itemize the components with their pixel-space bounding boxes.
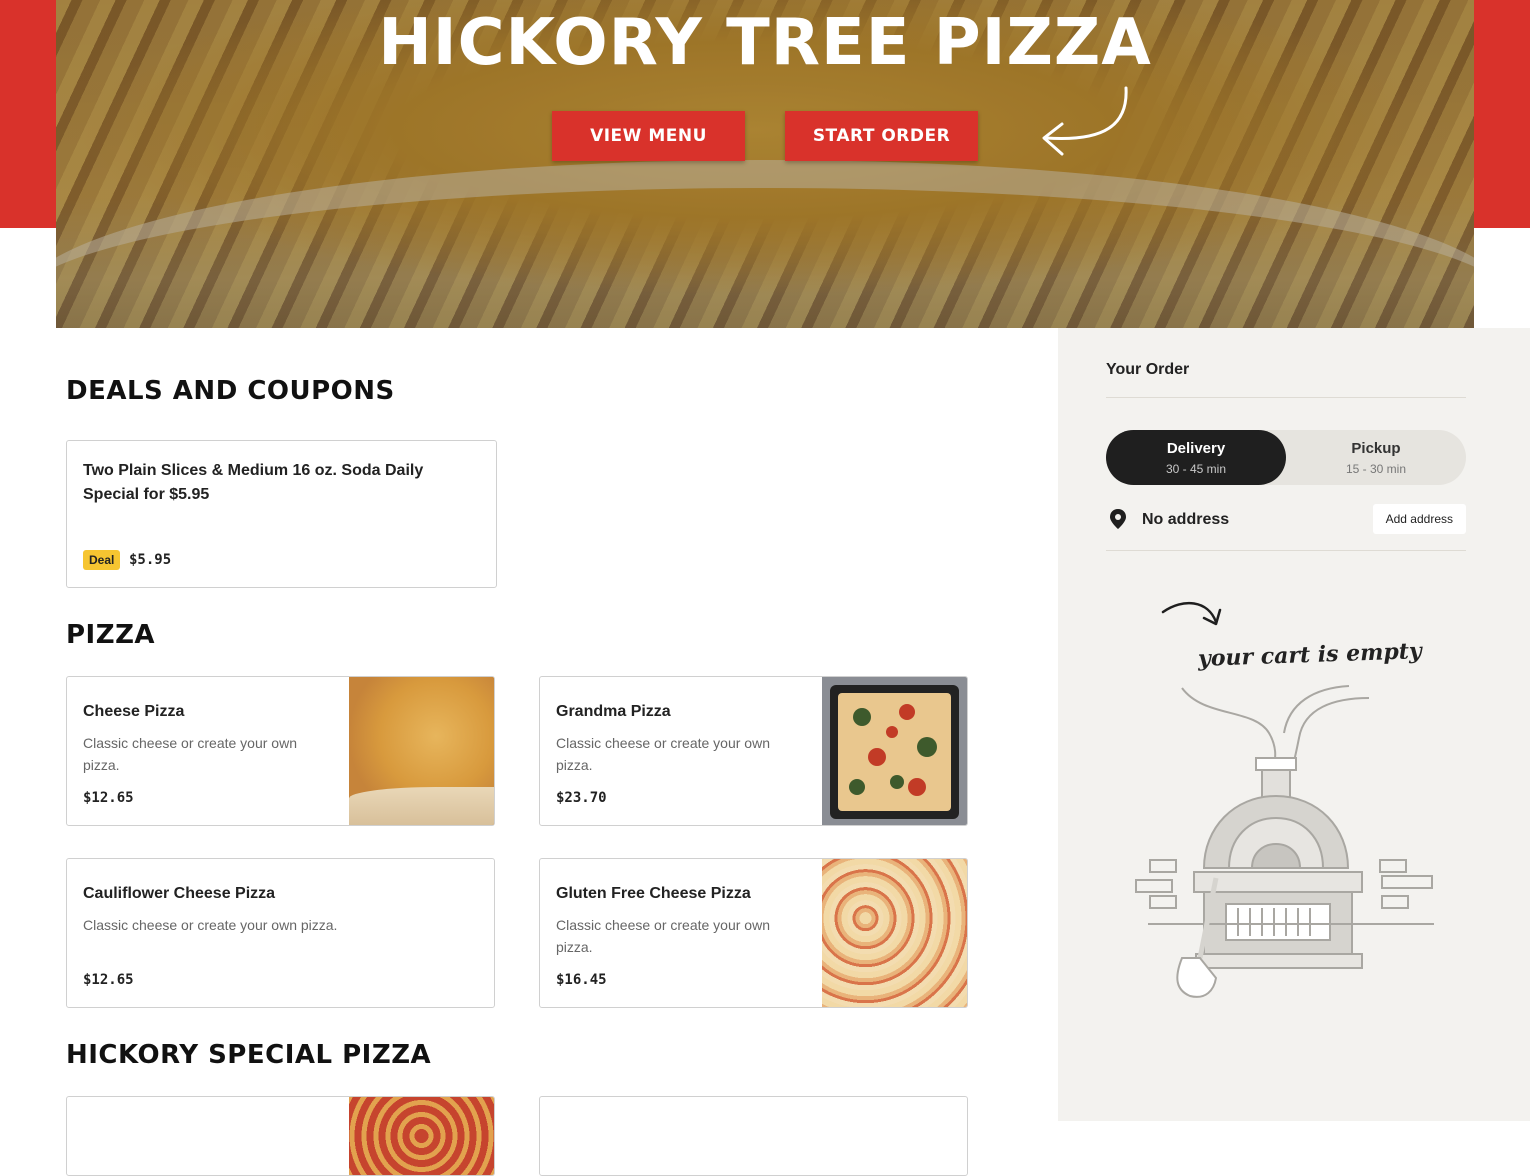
delivery-time: 30 - 45 min (1165, 462, 1227, 476)
divider (1106, 550, 1466, 551)
address-text: No address (1142, 511, 1230, 528)
order-sidebar: Your Order Delivery 30 - 45 min Pickup 1… (1058, 328, 1530, 1121)
menu-item-description: Classic cheese or create your own pizza. (556, 917, 770, 955)
divider (1106, 397, 1466, 398)
curved-arrow-icon (1161, 601, 1222, 626)
delivery-label: Delivery (1166, 440, 1226, 457)
deal-badge: Deal (83, 550, 121, 570)
menu-item-description: Classic cheese or create your own pizza. (83, 735, 297, 773)
menu-item-price: $23.70 (556, 790, 607, 806)
grandma-pizza-photo (822, 677, 967, 825)
menu-item-name: Grandma Pizza (556, 703, 671, 720)
delivery-option[interactable]: Delivery 30 - 45 min (1106, 430, 1286, 485)
section-title-pizza: PIZZA (66, 620, 156, 650)
pickup-time: 15 - 30 min (1345, 462, 1407, 476)
menu-item-card[interactable]: Gluten Free Cheese Pizza Classic cheese … (539, 858, 968, 1008)
deal-price: $5.95 (129, 552, 172, 568)
menu-item-name: Cauliflower Cheese Pizza (83, 885, 276, 902)
menu-item-card[interactable] (539, 1096, 968, 1176)
menu-item-card[interactable]: Cheese Pizza Classic cheese or create yo… (66, 676, 495, 826)
start-order-button[interactable]: START ORDER (785, 111, 978, 161)
menu-item-description: Classic cheese or create your own pizza. (83, 917, 338, 933)
curved-arrow-icon (1042, 86, 1128, 156)
cart-empty-text: your cart is empty (1197, 638, 1423, 672)
delivery-mode-toggle: Delivery 30 - 45 min Pickup 15 - 30 min (1106, 430, 1466, 485)
menu-item-price: $12.65 (83, 972, 134, 988)
pickup-option[interactable]: Pickup 15 - 30 min (1286, 430, 1466, 485)
menu-item-name: Gluten Free Cheese Pizza (556, 885, 751, 902)
special-pizza-photo (349, 1097, 494, 1175)
view-menu-button[interactable]: VIEW MENU (552, 111, 745, 161)
menu-item-card[interactable] (66, 1096, 495, 1176)
gluten-free-pizza-photo (822, 859, 967, 1007)
add-address-button[interactable]: Add address (1372, 504, 1466, 534)
menu-item-card[interactable]: Grandma Pizza Classic cheese or create y… (539, 676, 968, 826)
location-pin-icon (1110, 509, 1126, 529)
restaurant-title: HICKORY TREE PIZZA (378, 6, 1152, 80)
pickup-label: Pickup (1351, 440, 1401, 457)
menu-item-price: $12.65 (83, 790, 134, 806)
section-title-deals: DEALS AND COUPONS (66, 376, 395, 406)
menu-item-name: Cheese Pizza (83, 703, 185, 720)
address-row: No address Add address (1106, 504, 1466, 534)
menu-item-card[interactable]: Cauliflower Cheese Pizza Classic cheese … (66, 858, 495, 1008)
menu-item-price: $16.45 (556, 972, 607, 988)
deal-card[interactable]: Two Plain Slices & Medium 16 oz. Soda Da… (66, 440, 497, 588)
section-title-hickory-special: HICKORY SPECIAL PIZZA (66, 1040, 432, 1070)
order-title: Your Order (1106, 361, 1190, 378)
deal-name: Two Plain Slices & Medium 16 oz. Soda Da… (83, 462, 424, 503)
pizza-oven-illustration (1135, 685, 1434, 998)
menu-item-description: Classic cheese or create your own pizza. (556, 735, 770, 773)
cheese-pizza-photo (349, 677, 494, 825)
